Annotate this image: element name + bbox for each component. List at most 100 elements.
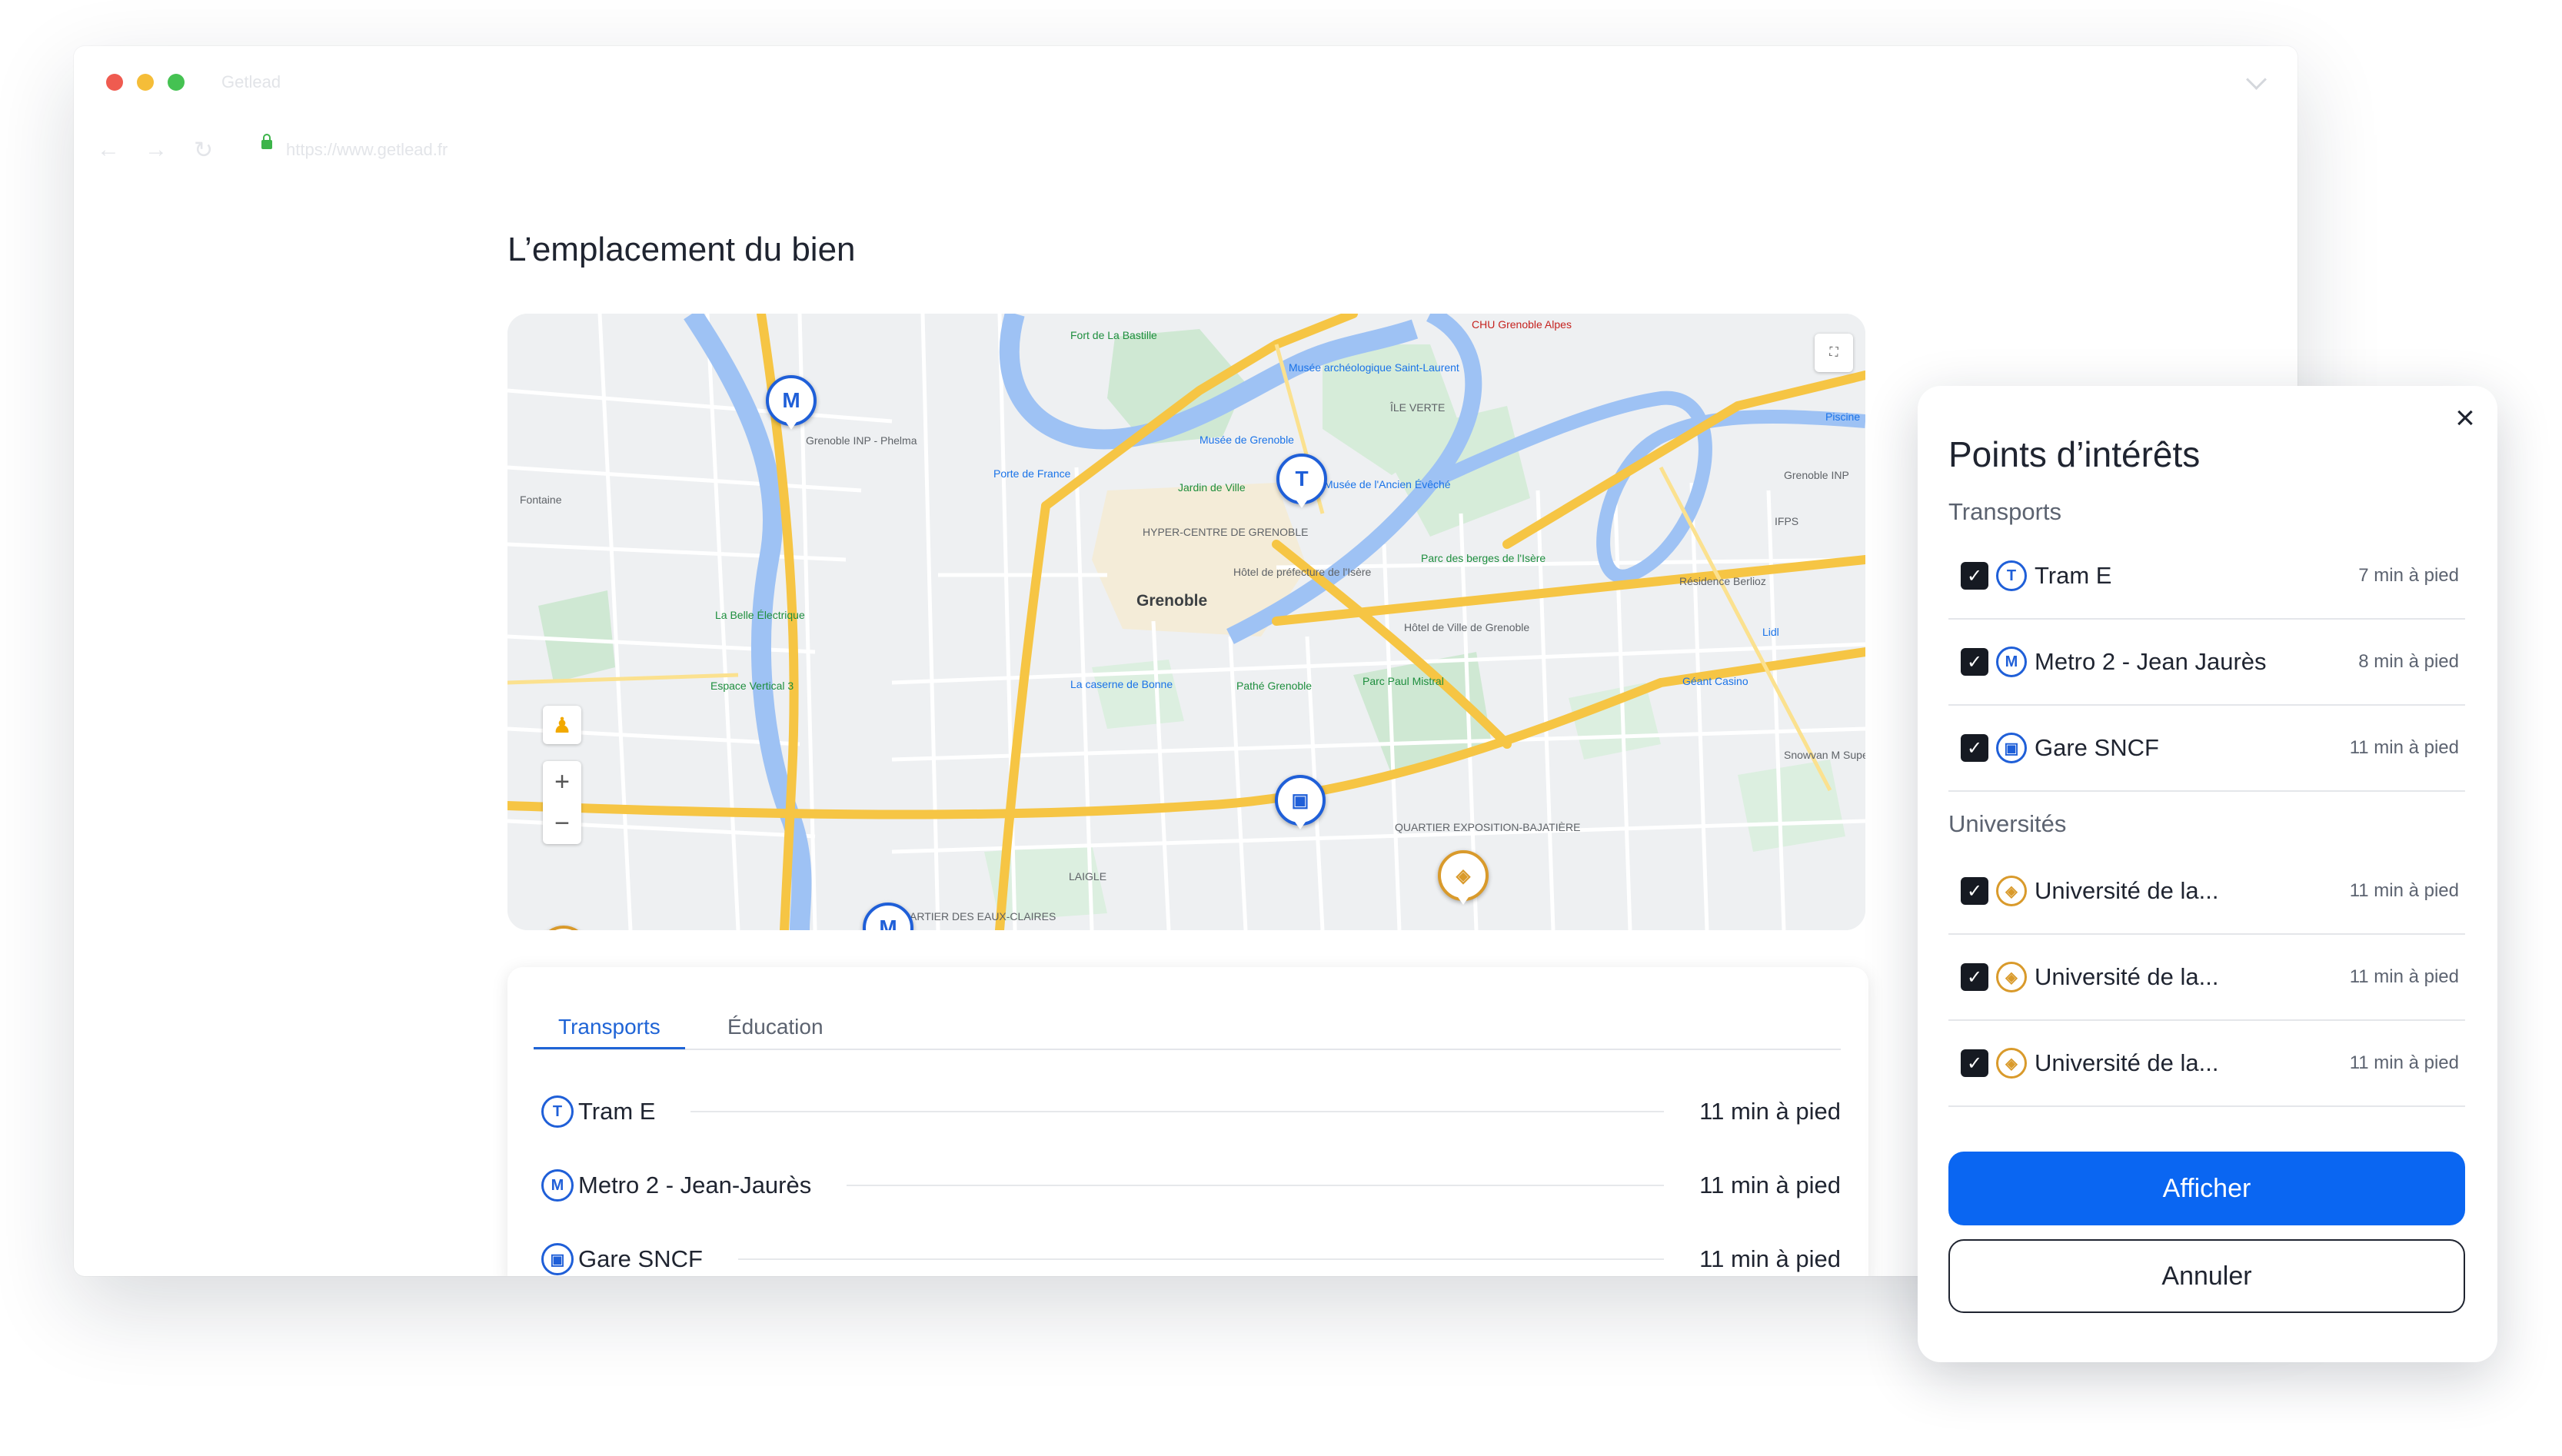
tab-bar: Transports Éducation	[534, 1007, 1841, 1050]
map-label-prefecture: Hôtel de préfecture de l'Isère	[1233, 566, 1372, 578]
university-marker[interactable]: ◈	[1438, 850, 1489, 905]
train-icon: ▣	[541, 1243, 574, 1275]
map-label-ile-verte: ÎLE VERTE	[1390, 401, 1446, 414]
map-label-quartier-expo: QUARTIER EXPOSITION-BAJATIÈRE	[1395, 821, 1581, 833]
checkbox-checked[interactable]: ✓	[1961, 648, 1988, 676]
zoom-out-button[interactable]: −	[554, 803, 570, 844]
poi-time: 8 min à pied	[2358, 651, 2459, 672]
map-label-fort: Fort de La Bastille	[1070, 329, 1157, 341]
page-title: L’emplacement du bien	[507, 231, 856, 268]
poi-item[interactable]: ✓ ▣ Gare SNCF 11 min à pied	[1948, 706, 2465, 792]
list-item-name: Tram E	[578, 1098, 656, 1125]
poi-name: Université de la...	[2035, 1049, 2219, 1076]
poi-time: 7 min à pied	[2358, 565, 2459, 586]
map-label-grenoble-inp: Grenoble INP	[1784, 469, 1849, 481]
poi-time: 11 min à pied	[2349, 880, 2459, 901]
poi-item[interactable]: ✓ M Metro 2 - Jean Jaurès 8 min à pied	[1948, 620, 2465, 706]
map-label-porte-france: Porte de France	[993, 467, 1071, 480]
afficher-button[interactable]: Afficher	[1948, 1152, 2465, 1225]
checkbox-checked[interactable]: ✓	[1961, 877, 1988, 905]
map-label-ifps: IFPS	[1775, 515, 1799, 527]
divider-line	[690, 1111, 1665, 1112]
map-label-musee-grenoble: Musée de Grenoble	[1199, 434, 1294, 446]
map-label-musee-arch: Musée archéologique Saint-Laurent	[1289, 361, 1459, 374]
minimize-window-button[interactable]	[137, 74, 154, 91]
google-logo: Google	[551, 927, 621, 930]
map-label-parc-berges: Parc des berges de l'Isère	[1421, 552, 1546, 564]
map-label-eaux-claires: QUARTIER DES EAUX-CLAIRES	[893, 910, 1056, 922]
list-item-time: 11 min à pied	[1699, 1172, 1841, 1198]
map-label-belle-electrique: La Belle Électrique	[715, 609, 805, 621]
forward-arrow-icon[interactable]: →	[145, 137, 168, 163]
map-label-jardin: Jardin de Ville	[1178, 481, 1246, 494]
map[interactable]: Grenoble Fort de La Bastille Musée arché…	[507, 314, 1865, 930]
map-label-fontaine: Fontaine	[520, 494, 562, 506]
title-bar: Getlead	[74, 46, 2297, 100]
street-view-pegman-icon[interactable]: ♟	[543, 706, 581, 744]
map-label-pathe: Pathé Grenoble	[1236, 680, 1313, 692]
url-field[interactable]: https://www.getlead.fr	[286, 140, 448, 160]
poi-name: Université de la...	[2035, 877, 2219, 904]
map-label-grenoble: Grenoble	[1136, 592, 1208, 610]
poi-time: 11 min à pied	[2349, 1052, 2459, 1073]
browser-tab-title[interactable]: Getlead	[221, 72, 281, 92]
map-label-parc-mistral: Parc Paul Mistral	[1363, 675, 1444, 687]
list-item: M Metro 2 - Jean-Jaurès 11 min à pied	[541, 1162, 1841, 1208]
poi-time: 11 min à pied	[2349, 737, 2459, 758]
list-item-name: Gare SNCF	[578, 1245, 703, 1272]
map-label-caserne: La caserne de Bonne	[1070, 678, 1173, 690]
map-label-hyper-centre: HYPER-CENTRE DE GRENOBLE	[1143, 526, 1309, 538]
address-bar: ← → ↻ https://www.getlead.fr	[74, 131, 2297, 169]
poi-item[interactable]: ✓ ◈ Université de la... 11 min à pied	[1948, 849, 2465, 935]
tab-education[interactable]: Éducation	[703, 1007, 848, 1047]
zoom-in-button[interactable]: +	[554, 761, 570, 803]
map-label-lidl: Lidl	[1762, 626, 1779, 638]
fullscreen-icon[interactable]: ⛶	[1815, 334, 1853, 372]
graduation-cap-icon: ◈	[1996, 1048, 2027, 1079]
maximize-window-button[interactable]	[168, 74, 185, 91]
train-icon: ▣	[1996, 733, 2027, 763]
tram-icon: T	[1996, 560, 2027, 591]
list-item-time: 11 min à pied	[1699, 1098, 1841, 1125]
poi-item[interactable]: ✓ ◈ Université de la... 11 min à pied	[1948, 1021, 2465, 1107]
list-item: T Tram E 11 min à pied	[541, 1089, 1841, 1135]
checkbox-checked[interactable]: ✓	[1961, 734, 1988, 762]
close-icon[interactable]: ×	[2450, 401, 2480, 435]
map-label-inp: Grenoble INP - Phelma	[806, 434, 917, 447]
section-title-transports: Transports	[1948, 498, 2062, 525]
tram-marker[interactable]: T	[1276, 454, 1327, 508]
checkbox-checked[interactable]: ✓	[1961, 562, 1988, 590]
map-label-hotel-ville: Hôtel de Ville de Grenoble	[1404, 621, 1530, 633]
map-background	[507, 314, 1865, 930]
tram-icon: T	[541, 1095, 574, 1128]
list-item-name: Metro 2 - Jean-Jaurès	[578, 1172, 812, 1198]
poi-item[interactable]: ✓ T Tram E 7 min à pied	[1948, 534, 2465, 620]
poi-name: Gare SNCF	[2035, 734, 2159, 761]
checkbox-checked[interactable]: ✓	[1961, 1049, 1988, 1077]
back-arrow-icon[interactable]: ←	[97, 137, 120, 163]
chevron-down-icon[interactable]	[2246, 69, 2267, 90]
metro-marker[interactable]: M	[766, 375, 817, 430]
map-label-laigle: LAIGLE	[1069, 870, 1107, 883]
points-of-interest-panel: × Points d’intérêts Transports ✓ T Tram …	[1918, 386, 2497, 1362]
lock-icon	[261, 134, 272, 149]
checkbox-checked[interactable]: ✓	[1961, 963, 1988, 991]
map-label-espace-vertical: Espace Vertical 3	[710, 680, 794, 692]
graduation-cap-icon: ◈	[1996, 962, 2027, 992]
nearby-list-card: Transports Éducation T Tram E 11 min à p…	[507, 967, 1868, 1276]
list-item: ▣ Gare SNCF 11 min à pied	[541, 1236, 1841, 1276]
close-window-button[interactable]	[106, 74, 123, 91]
train-station-marker[interactable]: ▣	[1275, 775, 1326, 829]
metro-icon: M	[541, 1169, 574, 1202]
map-label-snowvan: Snowvan M Supermarché	[1784, 749, 1865, 761]
poi-item[interactable]: ✓ ◈ Université de la... 11 min à pied	[1948, 935, 2465, 1021]
tab-transports[interactable]: Transports	[534, 1007, 685, 1049]
panel-title: Points d’intérêts	[1948, 434, 2201, 474]
reload-icon[interactable]: ↻	[194, 137, 213, 164]
list-item-time: 11 min à pied	[1699, 1245, 1841, 1272]
map-label-piscine: Piscine	[1825, 411, 1861, 423]
map-label-chu: CHU Grenoble Alpes	[1472, 318, 1572, 331]
map-label-residence: Résidence Berlioz	[1679, 575, 1766, 587]
poi-name: Université de la...	[2035, 963, 2219, 990]
annuler-button[interactable]: Annuler	[1948, 1239, 2465, 1313]
